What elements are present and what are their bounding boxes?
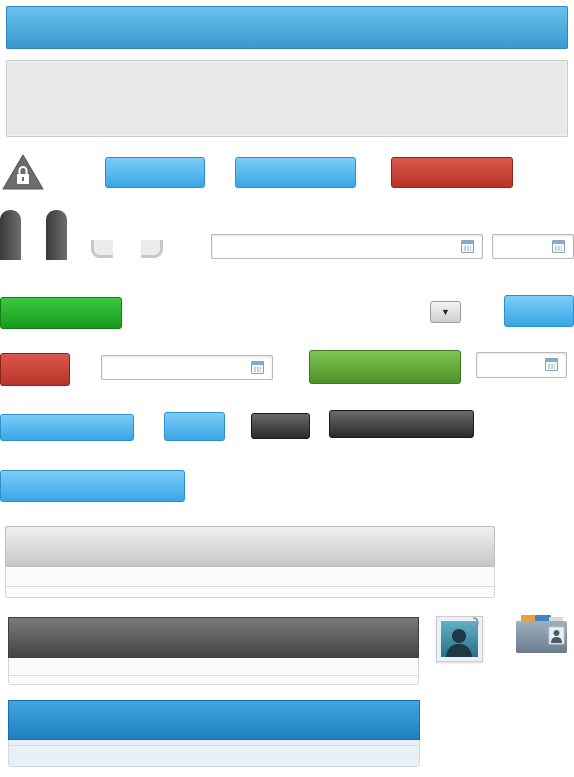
blue-panel-header [8,700,420,740]
toggle-left-light[interactable] [91,240,113,258]
grey-panel-header [5,526,495,567]
blue-button-small[interactable] [504,295,574,327]
blue-panel-body [8,740,420,767]
blue-button-1[interactable] [105,157,205,188]
date-input-compact[interactable] [476,352,567,378]
dropdown-button[interactable]: ▼ [430,301,461,323]
red-button-1[interactable] [391,157,513,188]
dark-panel-header [8,617,419,658]
calendar-icon[interactable] [545,358,558,371]
green-button[interactable] [0,297,122,329]
user-photo-icon [436,616,483,662]
dark-button-2[interactable] [329,410,474,438]
lock-warning-icon [2,154,44,190]
calendar-icon[interactable] [461,239,474,253]
calendar-icon[interactable] [552,239,565,253]
date-input-wide[interactable] [211,234,483,259]
toggle-right-light[interactable] [141,240,163,258]
blue-button-4[interactable] [164,412,225,441]
grey-panel-body [5,567,495,598]
green-button-2[interactable] [309,350,461,384]
info-panel [6,60,568,137]
blue-button-2[interactable] [235,157,356,188]
blue-button-wide[interactable] [0,470,185,502]
dark-button-1[interactable] [251,413,310,439]
date-input-small[interactable] [492,234,574,259]
red-button-2[interactable] [0,353,70,386]
calendar-icon[interactable] [251,360,264,374]
header-bar [6,6,568,49]
toggle-right-dark[interactable] [46,210,67,260]
toggle-left-dark[interactable] [0,210,21,260]
contact-folder-icon [516,615,567,653]
dark-panel-body [8,658,419,685]
date-input-medium[interactable] [101,355,273,380]
triangle-down-icon: ▼ [441,307,450,317]
blue-button-3[interactable] [0,414,134,441]
